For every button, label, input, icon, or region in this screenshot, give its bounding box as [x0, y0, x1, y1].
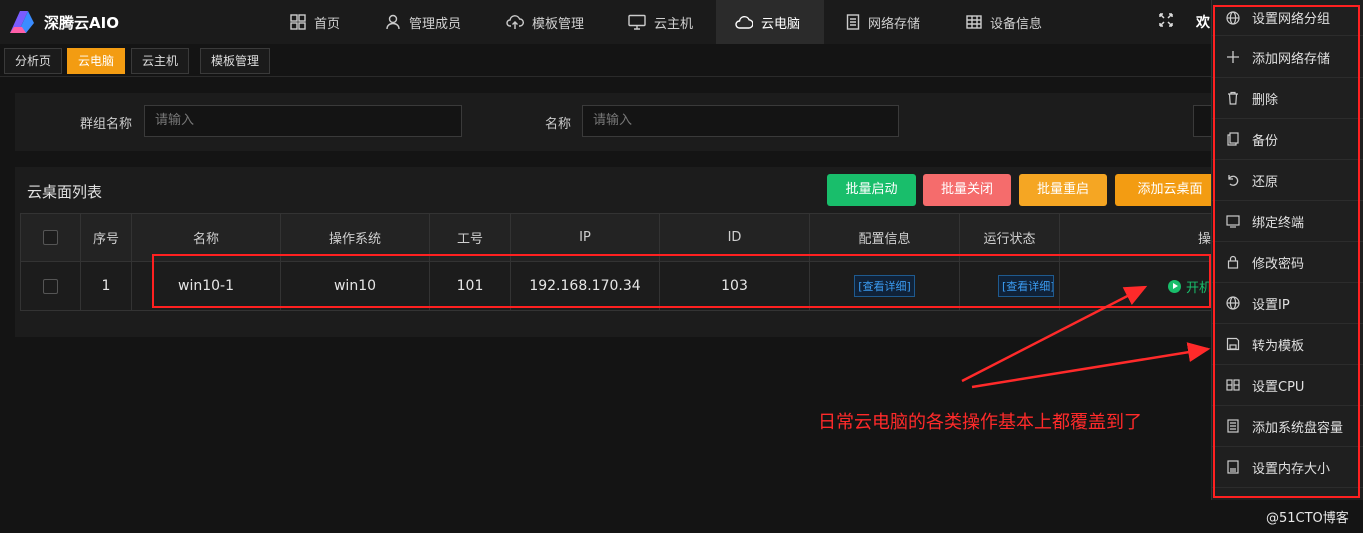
annotation-text: 日常云电脑的各类操作基本上都覆盖到了: [818, 412, 1142, 433]
watermark: @51CTO博客: [1266, 511, 1349, 526]
annotation-arrows: [961, 285, 1211, 389]
arrow-to-menu: [971, 342, 1211, 389]
arrow-to-power-button: [961, 285, 1148, 383]
